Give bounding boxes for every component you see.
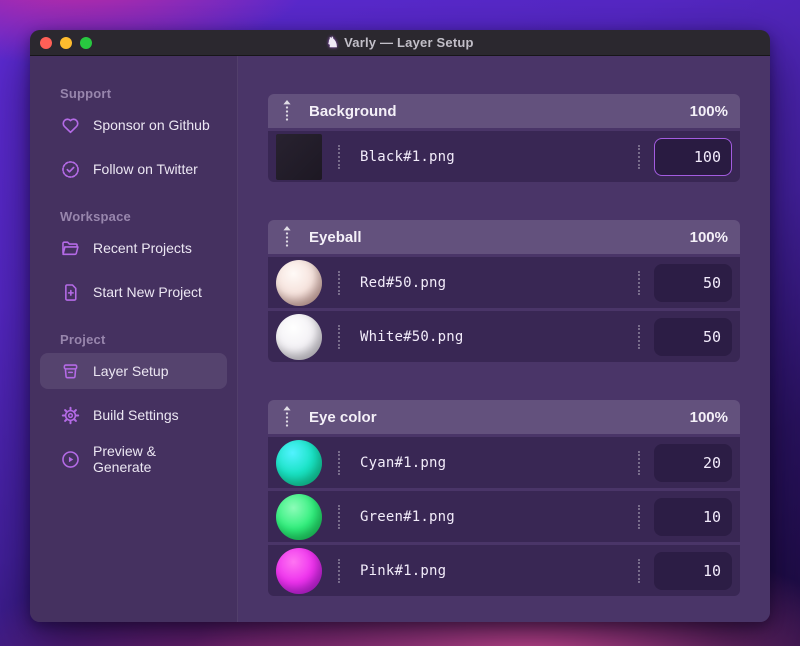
row-separator <box>638 504 640 529</box>
row-separator <box>338 324 340 349</box>
layer-group-header[interactable]: Eye color 100% <box>268 400 740 434</box>
layer-thumbnail <box>276 493 322 540</box>
layer-group-name: Background <box>309 102 397 120</box>
layer-filename: Green#1.png <box>360 508 455 525</box>
sidebar-item-layer-setup[interactable]: Layer Setup <box>40 353 227 389</box>
layer-thumbnail <box>276 133 322 180</box>
layer-group-eyeball: Eyeball 100% Red#50.png White#50.png <box>268 220 740 362</box>
new-document-icon <box>60 282 81 303</box>
layer-thumbnail <box>276 259 322 306</box>
layer-group-weight: 100% <box>689 408 728 426</box>
sidebar-item-preview-generate[interactable]: Preview & Generate <box>40 441 227 477</box>
layer-row[interactable]: Green#1.png <box>268 488 740 542</box>
layer-filename: Pink#1.png <box>360 562 447 579</box>
layer-row[interactable]: Red#50.png <box>268 254 740 308</box>
layer-group-eye-color: Eye color 100% Cyan#1.png Green#1.png <box>268 400 740 596</box>
section-label-workspace: Workspace <box>60 209 131 224</box>
sidebar-item-label: Sponsor on Github <box>93 117 210 133</box>
titlebar: ♞ Varly — Layer Setup <box>30 30 770 56</box>
drag-handle-icon[interactable] <box>282 100 292 122</box>
row-separator <box>338 270 340 295</box>
row-separator <box>638 270 640 295</box>
gear-icon <box>60 405 81 426</box>
sidebar-item-label: Preview & Generate <box>93 443 157 475</box>
layer-thumbnail <box>276 439 322 486</box>
play-circle-icon <box>60 449 81 470</box>
layer-group-weight: 100% <box>689 228 728 246</box>
layer-weight-input[interactable] <box>654 551 732 590</box>
layer-group-name: Eye color <box>309 408 377 426</box>
sidebar-section-project: Project Layer Setup Build Settings Previ… <box>30 332 237 477</box>
sidebar-item-label: Layer Setup <box>93 363 169 379</box>
row-separator <box>638 450 640 475</box>
window-title-area: ♞ Varly — Layer Setup <box>30 34 770 51</box>
layer-row[interactable]: White#50.png <box>268 308 740 362</box>
verified-check-icon <box>60 159 81 180</box>
layer-filename: Black#1.png <box>360 148 455 165</box>
sidebar-item-follow-on-twitter[interactable]: Follow on Twitter <box>40 151 227 187</box>
row-separator <box>338 144 340 169</box>
sidebar-section-support: Support Sponsor on Github Follow on Twit… <box>30 86 237 187</box>
layer-group-header[interactable]: Background 100% <box>268 94 740 128</box>
heart-icon <box>60 115 81 136</box>
layer-thumbnail <box>276 313 322 360</box>
layer-filename: White#50.png <box>360 328 464 345</box>
sidebar-item-label: Build Settings <box>93 407 179 423</box>
layer-thumbnail <box>276 547 322 594</box>
sidebar-item-label: Start New Project <box>93 284 202 300</box>
layer-group-name: Eyeball <box>309 228 362 246</box>
app-window: ♞ Varly — Layer Setup Support Sponsor on … <box>30 30 770 622</box>
sidebar-item-build-settings[interactable]: Build Settings <box>40 397 227 433</box>
row-separator <box>338 450 340 475</box>
sidebar: Support Sponsor on Github Follow on Twit… <box>30 56 238 622</box>
window-title: Varly — Layer Setup <box>344 35 474 50</box>
section-label-support: Support <box>60 86 112 101</box>
sidebar-section-workspace: Workspace Recent Projects Start New Proj… <box>30 209 237 310</box>
archive-box-icon <box>60 361 81 382</box>
section-label-project: Project <box>60 332 106 347</box>
layer-setup-panel: Background 100% Black#1.png Eyeball <box>238 56 770 622</box>
drag-handle-icon[interactable] <box>282 406 292 428</box>
layer-weight-input[interactable] <box>654 263 732 302</box>
unicorn-icon: ♞ <box>326 34 340 50</box>
sidebar-item-label: Follow on Twitter <box>93 161 198 177</box>
row-separator <box>338 504 340 529</box>
layer-weight-input[interactable] <box>654 443 732 482</box>
row-separator <box>638 144 640 169</box>
layer-weight-input[interactable] <box>654 137 732 176</box>
layer-filename: Red#50.png <box>360 274 447 291</box>
layer-group-background: Background 100% Black#1.png <box>268 94 740 182</box>
row-separator <box>638 324 640 349</box>
row-separator <box>638 558 640 583</box>
layer-weight-input[interactable] <box>654 317 732 356</box>
row-separator <box>338 558 340 583</box>
sidebar-item-sponsor-on-github[interactable]: Sponsor on Github <box>40 107 227 143</box>
layer-weight-input[interactable] <box>654 497 732 536</box>
drag-handle-icon[interactable] <box>282 226 292 248</box>
layer-row[interactable]: Pink#1.png <box>268 542 740 596</box>
layer-row[interactable]: Cyan#1.png <box>268 434 740 488</box>
sidebar-item-start-new-project[interactable]: Start New Project <box>40 274 227 310</box>
layer-filename: Cyan#1.png <box>360 454 447 471</box>
layer-row[interactable]: Black#1.png <box>268 128 740 182</box>
folder-icon <box>60 238 81 259</box>
layer-group-header[interactable]: Eyeball 100% <box>268 220 740 254</box>
layer-group-weight: 100% <box>689 102 728 120</box>
sidebar-item-recent-projects[interactable]: Recent Projects <box>40 230 227 266</box>
sidebar-item-label: Recent Projects <box>93 240 192 256</box>
